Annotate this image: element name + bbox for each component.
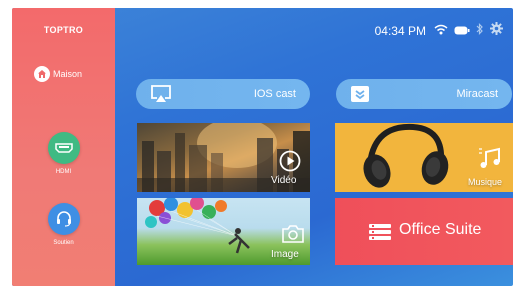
hdmi-label: HDMI [55, 169, 72, 175]
clock: 04:34 PM [374, 24, 426, 38]
play-icon [279, 150, 301, 177]
ios-cast-button[interactable]: IOS cast [136, 79, 310, 109]
support-label: Soutien [53, 240, 74, 246]
music-note-icon [477, 145, 503, 176]
home-label: Maison [53, 69, 83, 79]
home-button[interactable]: Maison [34, 65, 82, 83]
miracast-label: Miracast [456, 88, 498, 100]
home-icon [34, 66, 50, 82]
headset-icon [47, 203, 80, 235]
office-suite-tile[interactable]: Office Suite [335, 198, 513, 265]
support-button[interactable]: Soutien [12, 203, 115, 246]
office-suite-label: Office Suite [399, 221, 482, 238]
brand-logo: TOPTRO [43, 25, 84, 35]
gear-icon[interactable] [490, 22, 503, 40]
bluetooth-icon [476, 22, 484, 40]
hdmi-button[interactable]: HDMI [12, 132, 115, 175]
wifi-icon [434, 22, 448, 40]
list-icon [369, 223, 391, 246]
miracast-button[interactable]: Miracast [336, 79, 512, 109]
image-label: Image [271, 249, 299, 260]
battery-icon [454, 22, 470, 40]
music-tile[interactable]: Musique [335, 123, 513, 192]
video-tile[interactable]: Vidéo [137, 123, 310, 192]
video-label: Vidéo [271, 175, 297, 186]
music-label: Musique [468, 177, 503, 187]
sidebar: TOPTRO Maison HDMI Soutien [12, 8, 115, 286]
miracast-icon [350, 85, 370, 106]
hdmi-icon [47, 132, 80, 164]
image-tile[interactable]: Image [137, 198, 310, 265]
home-screen: TOPTRO Maison HDMI Soutien 04:34 PM IOS … [12, 8, 513, 286]
ios-cast-label: IOS cast [253, 88, 296, 100]
airplay-icon [150, 85, 172, 106]
camera-icon [281, 224, 305, 249]
status-bar: 04:34 PM [374, 22, 503, 40]
